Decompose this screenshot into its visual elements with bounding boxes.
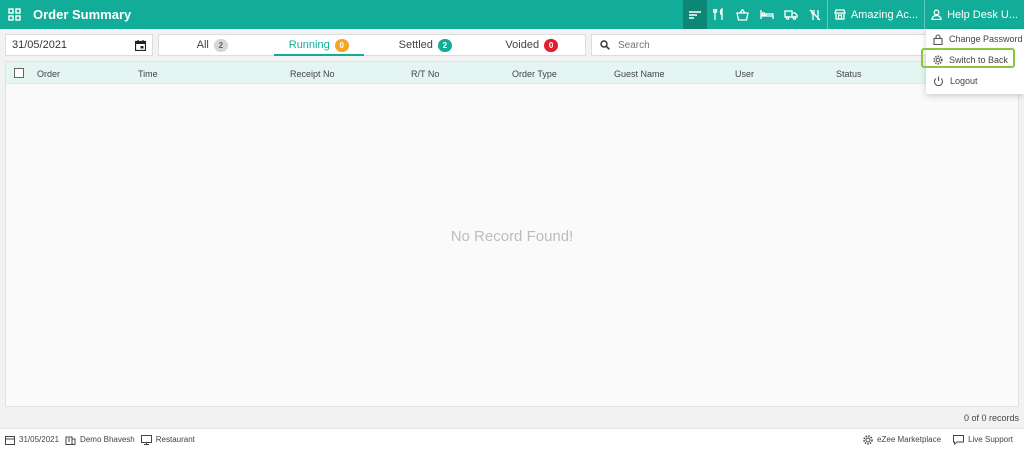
order-list-icon xyxy=(688,10,701,19)
tab-settled[interactable]: Settled 2 xyxy=(372,35,479,55)
orders-table: Order Time Receipt No R/T No Order Type … xyxy=(5,61,1019,407)
focus-highlight xyxy=(921,48,1015,68)
app-header: Order Summary Amazing Ac... Help Desk U.… xyxy=(0,0,1024,29)
user-icon xyxy=(931,9,942,20)
hotel-icon xyxy=(65,436,76,445)
column-header-order[interactable]: Order xyxy=(37,69,60,79)
order-list-button[interactable] xyxy=(682,0,707,29)
store-icon xyxy=(833,9,846,20)
status-tabs: All 2 Running 0 Settled 2 Voided 0 xyxy=(158,34,586,56)
live-support-link[interactable]: Live Support xyxy=(953,434,1013,445)
user-menu-button[interactable]: Help Desk U... xyxy=(925,0,1024,29)
select-all-cell xyxy=(6,67,32,78)
footer-property: Demo Bhavesh xyxy=(65,435,135,445)
delivery-button[interactable] xyxy=(779,0,803,29)
monitor-icon xyxy=(140,434,152,445)
column-header-guest-name[interactable]: Guest Name xyxy=(614,69,665,79)
no-dine-button[interactable] xyxy=(803,0,827,29)
store-selector[interactable]: Amazing Ac... xyxy=(828,0,924,29)
live-support-label: Live Support xyxy=(968,435,1013,444)
header-actions: Amazing Ac... Help Desk U... xyxy=(682,0,1024,29)
search-box xyxy=(591,34,931,56)
column-header-time[interactable]: Time xyxy=(138,69,158,79)
tab-running[interactable]: Running 0 xyxy=(266,35,373,56)
date-value: 31/05/2021 xyxy=(12,39,68,51)
search-icon xyxy=(600,40,610,50)
power-icon xyxy=(933,76,944,86)
tab-running-count: 0 xyxy=(334,38,349,52)
tab-settled-count: 2 xyxy=(437,38,452,52)
date-picker[interactable]: 31/05/2021 xyxy=(5,34,153,56)
column-header-receipt-no[interactable]: Receipt No xyxy=(290,69,335,79)
tab-settled-label: Settled xyxy=(398,39,433,51)
column-header-rt-no[interactable]: R/T No xyxy=(411,69,439,79)
menu-item-logout[interactable]: Logout xyxy=(926,71,1024,91)
dine-in-icon xyxy=(712,8,723,20)
grid-menu-button[interactable] xyxy=(0,0,28,29)
dine-in-button[interactable] xyxy=(707,0,731,29)
footer-outlet: Restaurant xyxy=(140,434,195,445)
gear-icon xyxy=(863,434,873,445)
empty-state-message: No Record Found! xyxy=(450,228,574,245)
footer-links: eZee Marketplace Live Support xyxy=(863,434,1019,445)
tab-voided-label: Voided xyxy=(505,39,540,51)
calendar-icon xyxy=(5,435,15,445)
no-dine-icon xyxy=(809,9,821,20)
tab-voided-count: 0 xyxy=(544,38,559,52)
tab-running-label: Running xyxy=(288,39,330,51)
footer-outlet-name: Restaurant xyxy=(155,435,195,444)
column-header-status[interactable]: Status xyxy=(836,69,862,79)
column-header-user[interactable]: User xyxy=(735,69,754,79)
tab-voided[interactable]: Voided 0 xyxy=(479,35,586,55)
menu-item-change-password-label: Change Password xyxy=(949,34,1023,44)
lock-icon xyxy=(933,33,943,45)
user-name: Help Desk U... xyxy=(947,8,1018,21)
menu-item-change-password[interactable]: Change Password xyxy=(926,29,1024,49)
store-name: Amazing Ac... xyxy=(850,8,919,21)
footer-date: 31/05/2021 xyxy=(5,435,59,445)
grid-icon xyxy=(7,8,21,21)
calendar-icon[interactable] xyxy=(135,39,146,51)
page-title: Order Summary xyxy=(33,7,132,22)
room-service-button[interactable] xyxy=(755,0,779,29)
footer-property-name: Demo Bhavesh xyxy=(80,435,135,444)
tab-all[interactable]: All 2 xyxy=(159,35,266,55)
column-header-order-type[interactable]: Order Type xyxy=(512,69,557,79)
select-all-checkbox[interactable] xyxy=(14,67,24,78)
record-count: 0 of 0 records xyxy=(963,413,1019,423)
tab-all-count: 2 xyxy=(213,38,228,52)
marketplace-label: eZee Marketplace xyxy=(877,435,942,444)
chat-icon xyxy=(953,434,965,445)
search-input[interactable] xyxy=(618,39,918,51)
basket-icon xyxy=(736,8,750,21)
bed-icon xyxy=(760,10,774,19)
delivery-truck-icon xyxy=(784,10,798,20)
status-bar: 31/05/2021 Demo Bhavesh Restaurant eZee … xyxy=(0,428,1024,450)
marketplace-link[interactable]: eZee Marketplace xyxy=(863,434,942,445)
table-header: Order Time Receipt No R/T No Order Type … xyxy=(6,62,1018,84)
footer-date-value: 31/05/2021 xyxy=(19,435,60,444)
menu-item-logout-label: Logout xyxy=(950,76,978,86)
tab-all-label: All xyxy=(196,39,209,51)
takeaway-button[interactable] xyxy=(731,0,755,29)
